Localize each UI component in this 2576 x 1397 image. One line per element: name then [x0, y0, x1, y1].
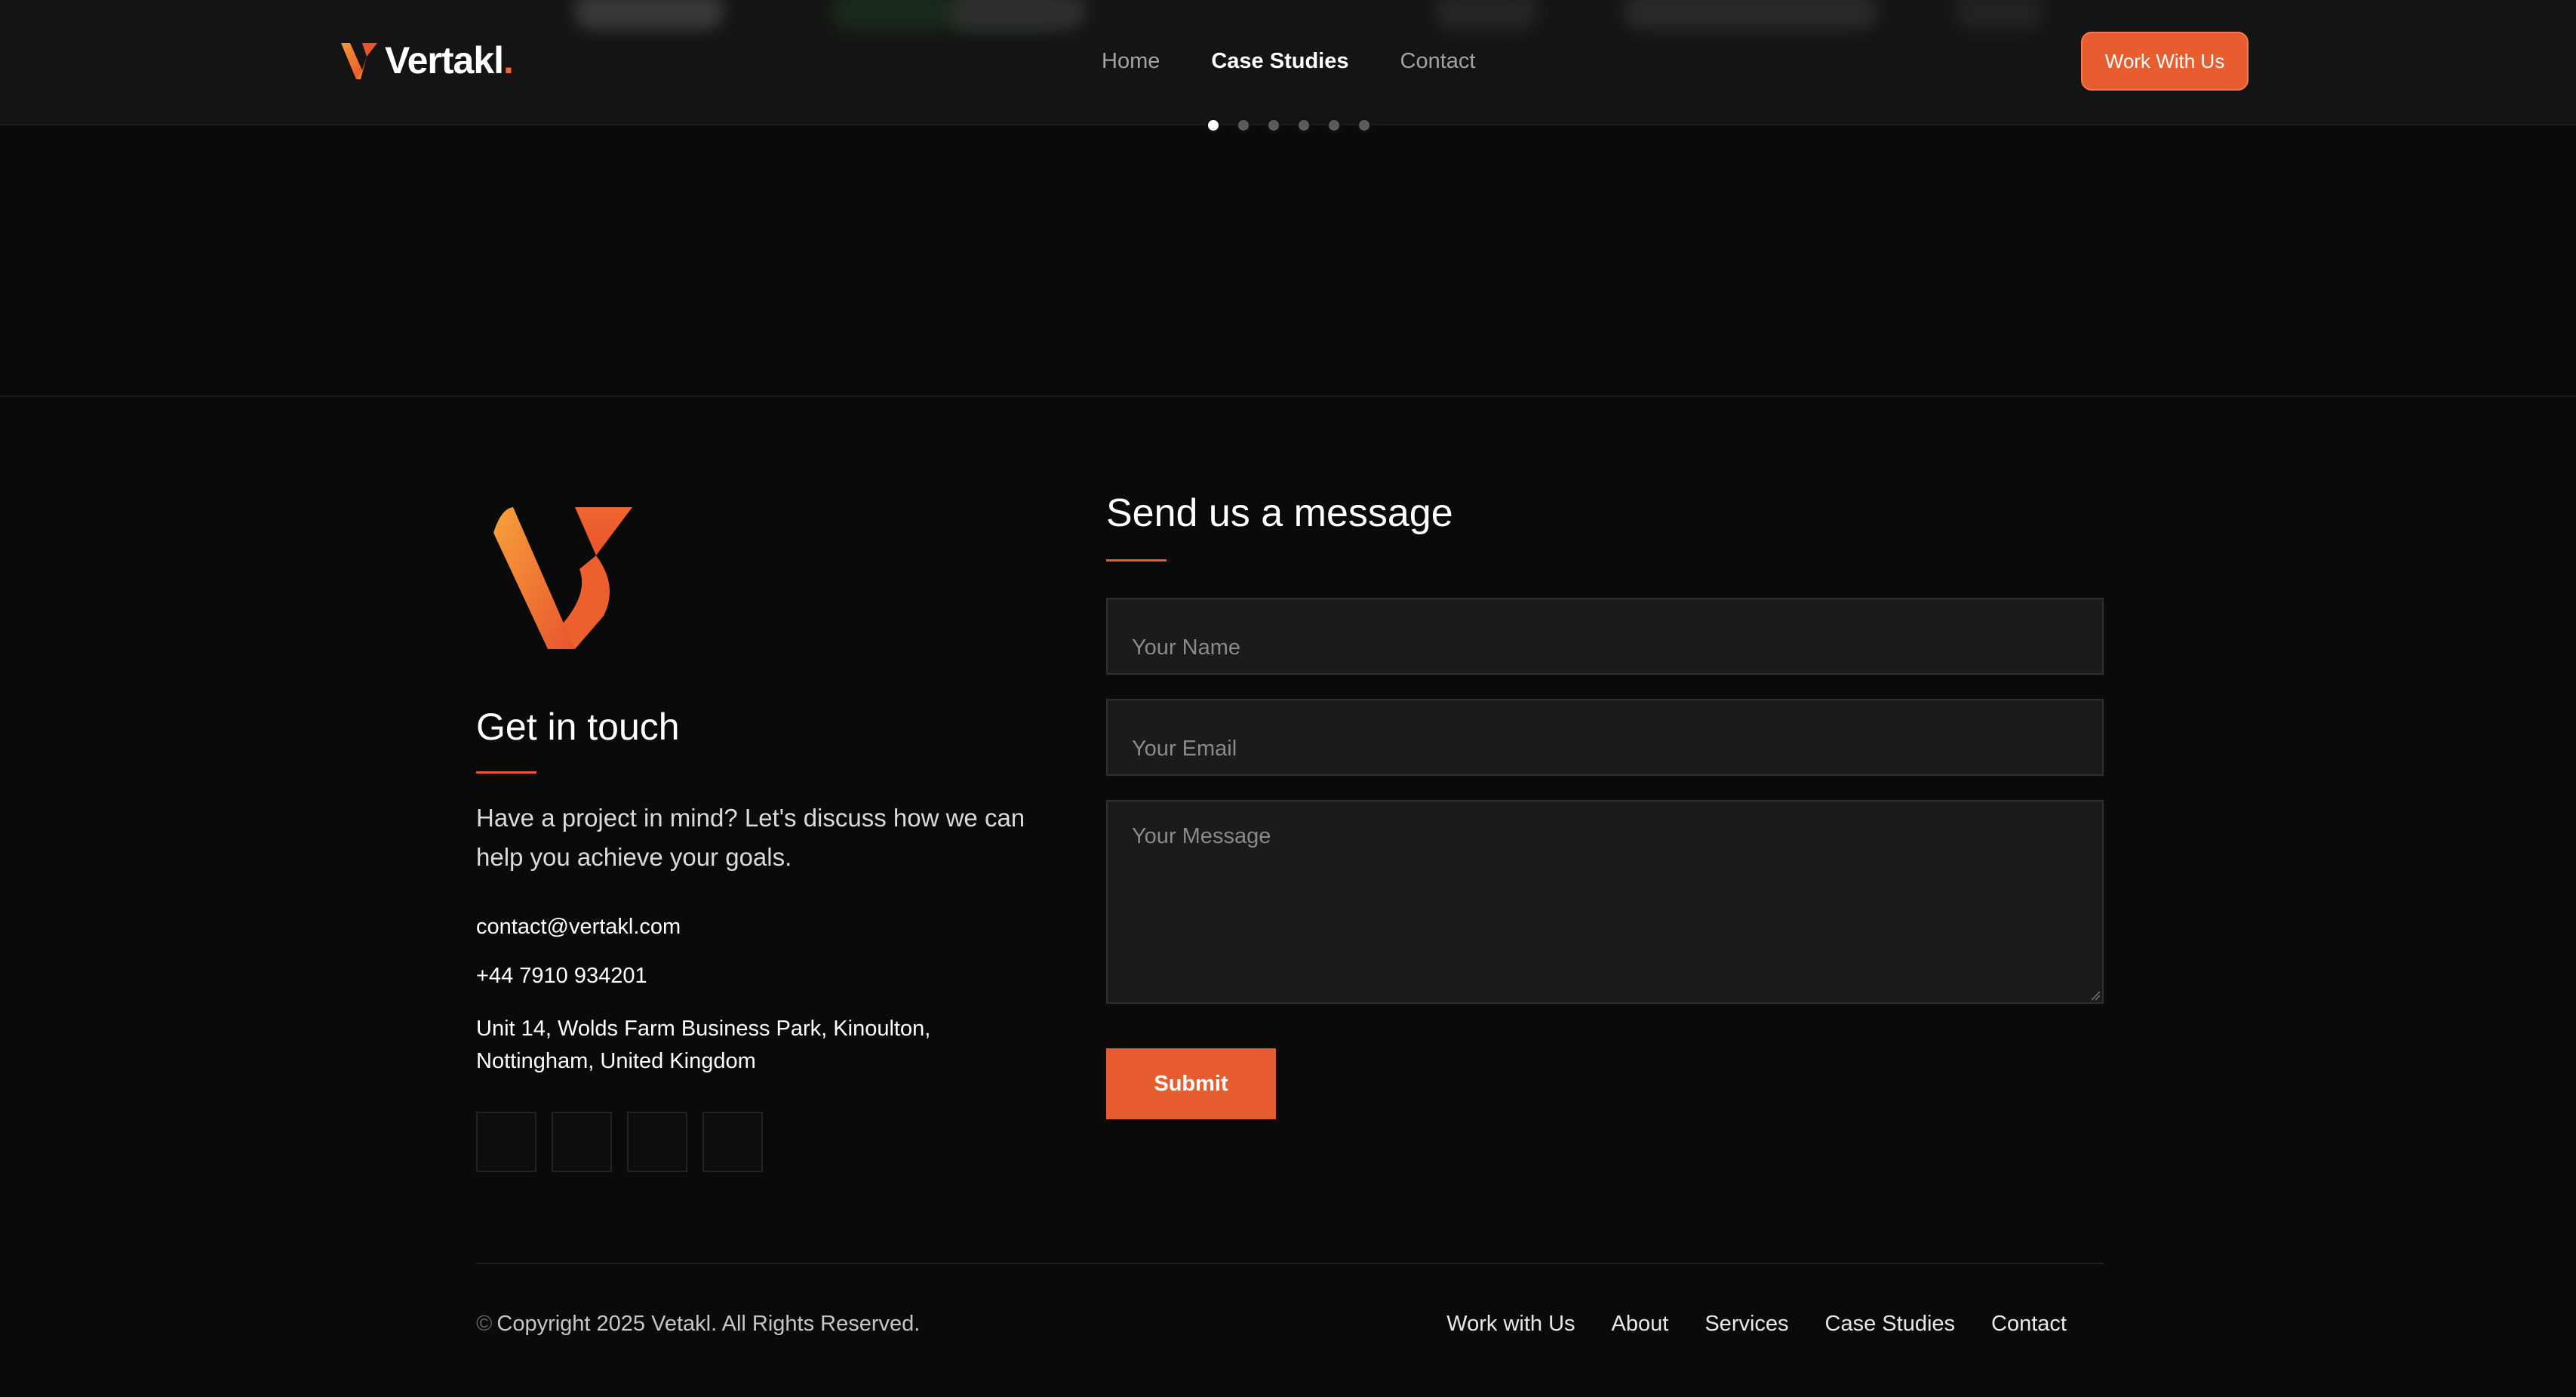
footer-nav: Work with Us About Services Case Studies… — [1446, 1312, 2067, 1337]
social-link-button[interactable] — [627, 1112, 687, 1172]
logo-text: Vertakl. — [385, 39, 514, 82]
submit-button[interactable]: Submit — [1106, 1048, 1276, 1119]
nav-contact[interactable]: Contact — [1400, 49, 1476, 74]
carousel-dot[interactable] — [1357, 118, 1372, 133]
copyright-icon: © — [476, 1312, 493, 1336]
footer-link-about[interactable]: About — [1612, 1312, 1669, 1337]
nav-home[interactable]: Home — [1102, 49, 1160, 74]
contact-email[interactable]: contact@vertakl.com — [476, 915, 681, 940]
section-divider — [0, 395, 2576, 397]
carousel-dot[interactable] — [1296, 118, 1311, 133]
work-with-us-button[interactable]: Work With Us — [2081, 32, 2249, 91]
carousel-dots — [1206, 118, 1372, 133]
carousel-dot[interactable] — [1266, 118, 1281, 133]
social-link-button[interactable] — [476, 1112, 536, 1172]
carousel-dot[interactable] — [1326, 118, 1342, 133]
footer-link-services[interactable]: Services — [1705, 1312, 1788, 1337]
get-in-touch-heading: Get in touch — [476, 706, 680, 748]
contact-description: Have a project in mind? Let's discuss ho… — [476, 804, 1025, 871]
page: Vertakl. Home Case Studies Contact Work … — [0, 0, 2576, 1397]
name-input[interactable] — [1106, 598, 2104, 675]
carousel-dot[interactable] — [1236, 118, 1251, 133]
social-link-button[interactable] — [702, 1112, 763, 1172]
header-logo[interactable]: Vertakl. — [340, 38, 514, 83]
carousel-dot[interactable] — [1206, 118, 1221, 133]
footer-link-case-studies[interactable]: Case Studies — [1825, 1312, 1956, 1337]
contact-address: Unit 14, Wolds Farm Business Park, Kinou… — [476, 1017, 931, 1073]
message-textarea[interactable] — [1106, 800, 2104, 1004]
nav-case-studies[interactable]: Case Studies — [1211, 49, 1348, 74]
vertakl-logo-icon — [341, 43, 377, 79]
site-header: Vertakl. Home Case Studies Contact Work … — [0, 0, 2576, 125]
email-input[interactable] — [1106, 699, 2104, 776]
copyright-text: © Copyright 2025 Vetakl. All Rights Reser… — [476, 1312, 921, 1336]
resize-grip-icon[interactable] — [2090, 990, 2101, 1001]
heading-accent-bar — [476, 771, 536, 774]
social-link-button[interactable] — [552, 1112, 612, 1172]
form-heading-accent-bar — [1106, 559, 1167, 562]
footer-link-work-with-us[interactable]: Work with Us — [1446, 1312, 1575, 1337]
brand-mark-icon — [493, 507, 632, 649]
main-nav: Home Case Studies Contact — [1102, 44, 1475, 78]
social-links — [476, 1112, 763, 1172]
footer-divider — [476, 1263, 2104, 1264]
contact-phone[interactable]: +44 7910 934201 — [476, 964, 647, 989]
footer-link-contact[interactable]: Contact — [1991, 1312, 2067, 1337]
form-heading: Send us a message — [1106, 491, 1453, 535]
